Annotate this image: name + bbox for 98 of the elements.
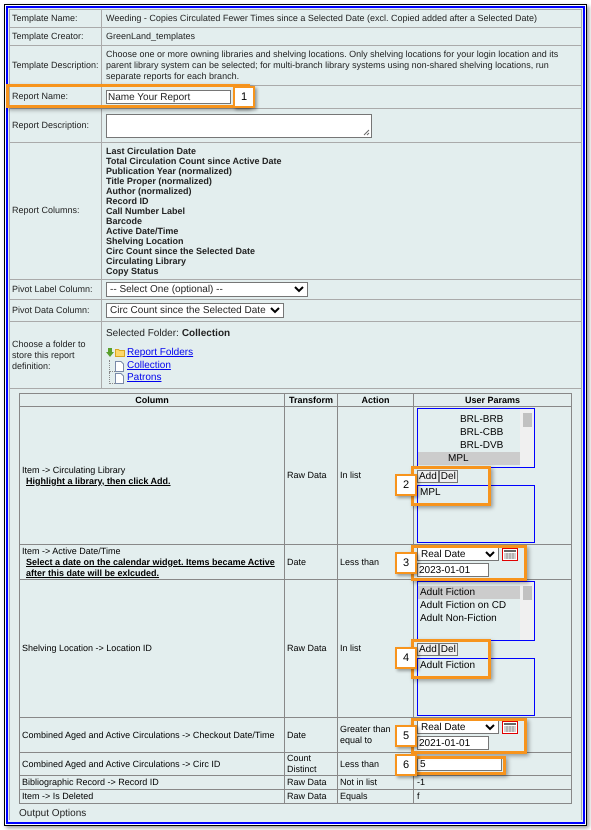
field-label: Choose a folder to store this report definition:	[10, 322, 102, 388]
field-value: Weeding - Copies Circulated Fewer Times since a Selected Date (excl. Copied added after a Selected Date)	[102, 10, 582, 28]
selected-listbox[interactable]: Adult Fiction	[417, 658, 535, 716]
transform-cell: Raw Data	[284, 790, 338, 804]
pivot-label-select[interactable]: -- Select One (optional) --	[106, 282, 308, 297]
column-header: Column	[20, 394, 284, 406]
action-cell: Equals	[338, 790, 414, 804]
down-arrow-icon	[106, 348, 114, 357]
calendar-icon[interactable]	[502, 548, 518, 560]
column-name: Item -> Active Date/Time	[22, 546, 120, 556]
report-name-input[interactable]: Name Your Report	[106, 90, 231, 104]
delete-button[interactable]: Del	[438, 470, 458, 483]
column-name: Bibliographic Record -> Record ID	[22, 777, 159, 788]
callout-badge: 3	[395, 552, 417, 574]
date-input[interactable]: 2021-01-01	[417, 736, 489, 750]
transform-cell: Raw Data	[284, 776, 338, 790]
chevron-down-icon	[294, 286, 304, 293]
listbox-option[interactable]: BRL-BRB	[418, 413, 520, 426]
column-name: Item -> Circulating Library	[22, 464, 126, 476]
listbox-option[interactable]: Adult Non-Fiction	[418, 612, 520, 625]
add-button[interactable]: Add	[417, 643, 439, 656]
description-textarea[interactable]	[106, 114, 372, 138]
document-icon	[115, 361, 124, 372]
date-type-select[interactable]: Real Date	[417, 720, 499, 734]
folder-icon	[115, 348, 125, 357]
column-name: Combined Aged and Active Circulations -> Circ ID	[22, 758, 220, 770]
action-cell: Not in list	[338, 776, 414, 790]
callout-badge: 5	[395, 725, 417, 747]
listbox-option[interactable]: BRL-DVB	[418, 439, 520, 452]
listbox-option[interactable]: Adult Fiction on CD	[418, 599, 520, 612]
instruction-text: Select a date on the calendar widget. Items became Active after this date will be exlcuded.	[25, 556, 276, 578]
report-column-name: Last Circulation Date	[106, 146, 196, 156]
selected-option[interactable]: MPL	[420, 487, 441, 499]
scrollbar[interactable]	[520, 409, 534, 467]
date-input[interactable]: 2023-01-01	[417, 563, 489, 577]
calendar-icon[interactable]	[502, 720, 518, 734]
param-value: -1	[417, 777, 426, 788]
column-name: Shelving Location -> Location ID	[22, 643, 152, 654]
report-column-name: Publication Year (normalized)	[106, 166, 232, 176]
chevron-down-icon	[485, 550, 495, 558]
instruction-text: Highlight a library, then click Add.	[25, 476, 172, 486]
chevron-down-icon	[485, 724, 495, 730]
field-value: GreenLand_templates	[102, 28, 582, 46]
report-column-name: Total Circulation Count since Active Date	[106, 156, 282, 166]
callout-badge: 4	[395, 647, 417, 669]
report-column-name: Record ID	[106, 196, 149, 206]
report-column-name: Call Number Label	[106, 206, 186, 216]
document-icon	[115, 373, 124, 384]
resize-handle-icon[interactable]	[363, 128, 370, 136]
selected-folder-label: Selected Folder:	[106, 327, 179, 341]
section-title: Output Options	[19, 808, 88, 820]
column-name: Combined Aged and Active Circulations -> Checkout Date/Time	[22, 730, 275, 740]
callout-badge: 6	[395, 754, 417, 776]
folder-link[interactable]: Report Folders	[127, 345, 194, 360]
folder-link[interactable]: Patrons	[127, 372, 162, 384]
selected-listbox[interactable]: MPL	[417, 485, 535, 543]
transform-cell: Count Distinct	[284, 752, 338, 776]
column-name: Item -> Is Deleted	[22, 791, 94, 802]
transform-cell: Raw Data	[284, 580, 338, 718]
report-column-name: Barcode	[106, 216, 142, 226]
report-column-name: Circ Count since the Selected Date	[106, 246, 256, 256]
library-listbox[interactable]: Adult Fiction Adult Fiction on CD Adult Non-Fiction	[417, 581, 535, 641]
callout-badge: 2	[395, 474, 417, 496]
library-listbox[interactable]: BRL-BRB BRL-CBB BRL-DVB MPL	[417, 408, 535, 468]
field-label: Report Columns:	[10, 142, 102, 280]
field-label: Report Name:	[12, 91, 68, 102]
listbox-option[interactable]: Adult Fiction	[418, 586, 520, 599]
field-label: Pivot Label Column:	[10, 280, 102, 300]
report-column-name: Author (normalized)	[106, 186, 192, 196]
chevron-down-icon	[270, 307, 280, 314]
callout-badge: 1	[233, 86, 255, 108]
folder-link[interactable]: Collection	[127, 360, 171, 372]
report-column-name: Circulating Library	[106, 256, 186, 266]
transform-cell: Date	[284, 718, 338, 752]
pivot-data-select[interactable]: Circ Count since the Selected Date	[106, 303, 284, 318]
selected-folder-value: Collection	[182, 327, 230, 341]
scrollbar[interactable]	[520, 582, 534, 640]
date-type-select[interactable]: Real Date	[417, 547, 499, 561]
selected-option[interactable]: Adult Fiction	[420, 660, 476, 672]
report-column-name: Title Proper (normalized)	[106, 176, 212, 186]
field-label: Template Creator:	[10, 28, 102, 46]
report-column-name: Shelving Location	[106, 236, 184, 246]
transform-cell: Raw Data	[284, 406, 338, 544]
transform-cell: Date	[284, 544, 338, 580]
listbox-option[interactable]: MPL	[418, 452, 520, 465]
report-column-name: Copy Status	[106, 266, 159, 276]
delete-button[interactable]: Del	[438, 643, 458, 656]
listbox-option[interactable]: BRL-CBB	[418, 426, 520, 439]
add-button[interactable]: Add	[417, 470, 439, 483]
param-value: f	[417, 791, 421, 802]
column-header: Transform	[284, 394, 338, 406]
column-header: Action	[338, 394, 414, 406]
field-label: Template Description:	[10, 46, 102, 86]
column-header: User Params	[414, 394, 572, 406]
field-label: Report Description:	[10, 108, 102, 142]
field-label: Template Name:	[10, 10, 102, 28]
report-column-name: Active Date/Time	[106, 226, 178, 236]
field-label: Pivot Data Column:	[10, 300, 102, 322]
